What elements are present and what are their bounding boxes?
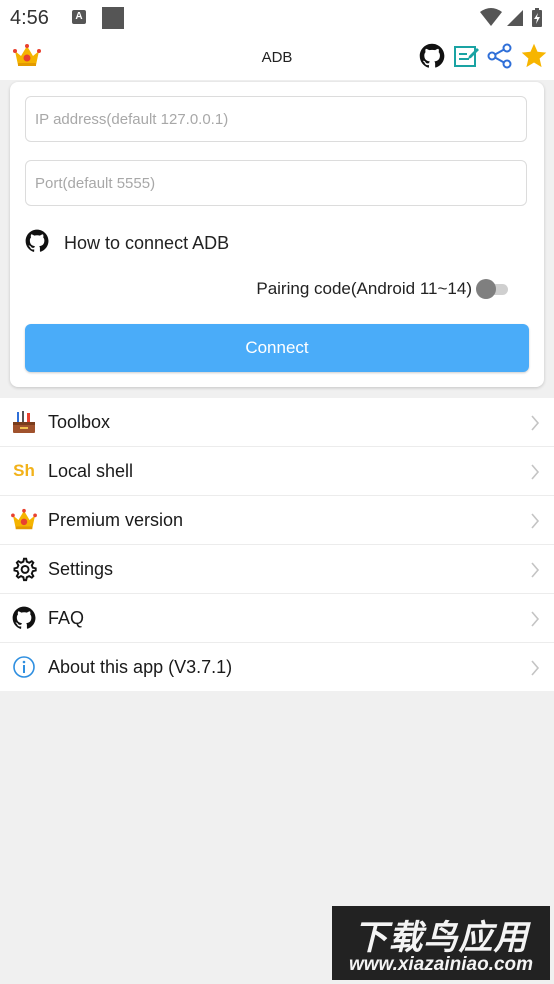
share-icon[interactable] [486,42,514,70]
github-icon [24,228,50,259]
connect-button[interactable]: Connect [25,324,529,372]
sh-icon: Sh [11,458,37,484]
menu-item-label: Premium version [48,509,184,530]
pairing-code-toggle[interactable] [476,279,510,299]
app-bar: ADB [0,36,554,80]
signal-icon [507,10,523,26]
app-bar-actions [418,42,548,70]
github-icon [11,605,37,631]
menu-item-label: Toolbox [48,411,111,432]
how-to-connect-label: How to connect ADB [64,232,230,253]
menu-list: Toolbox Sh Local shell Premium version S… [0,398,554,691]
star-icon[interactable] [520,42,548,70]
github-icon[interactable] [418,42,446,70]
crown-icon [11,507,37,533]
info-icon [11,654,37,680]
menu-item-label: Local shell [48,460,134,481]
watermark: 下载鸟应用 www.xiazainiao.com [332,906,550,980]
pairing-code-label: Pairing code(Android 11~14) [256,279,472,298]
menu-item-label: Settings [48,558,114,579]
menu-item-about[interactable]: About this app (V3.7.1) [0,643,554,691]
port-input[interactable] [25,160,527,206]
sh-icon-text: Sh [13,461,35,480]
edit-note-icon[interactable] [452,42,480,70]
chevron-right-icon [530,464,540,485]
menu-item-faq[interactable]: FAQ [0,594,554,643]
system-icons [480,7,546,34]
square-notification-icon [102,7,124,29]
battery-charging-icon [532,8,542,27]
toolbox-icon [11,409,37,435]
menu-item-settings[interactable]: Settings [0,545,554,594]
menu-item-premium[interactable]: Premium version [0,496,554,545]
menu-item-toolbox[interactable]: Toolbox [0,398,554,447]
menu-item-local-shell[interactable]: Sh Local shell [0,447,554,496]
toggle-knob [476,279,496,299]
wifi-icon [480,8,502,26]
chevron-right-icon [530,415,540,436]
watermark-text: 下载鸟应用 [353,919,529,957]
chevron-right-icon [530,513,540,534]
menu-item-label: About this app (V3.7.1) [48,656,233,677]
watermark-url: www.xiazainiao.com [348,954,534,975]
chevron-right-icon [530,660,540,681]
chevron-right-icon [530,562,540,583]
status-time: 4:56 [10,7,49,29]
menu-item-label: FAQ [48,607,85,628]
pairing-code-row: Pairing code(Android 11~14) [256,279,510,299]
connect-card: How to connect ADB Pairing code(Android … [10,82,544,387]
notification-a-icon: A [72,10,86,24]
ip-address-input[interactable] [25,96,527,142]
status-bar: 4:56 A [0,0,554,36]
chevron-right-icon [530,611,540,632]
how-to-connect-link[interactable]: How to connect ADB [24,228,230,259]
gear-icon [11,556,37,582]
